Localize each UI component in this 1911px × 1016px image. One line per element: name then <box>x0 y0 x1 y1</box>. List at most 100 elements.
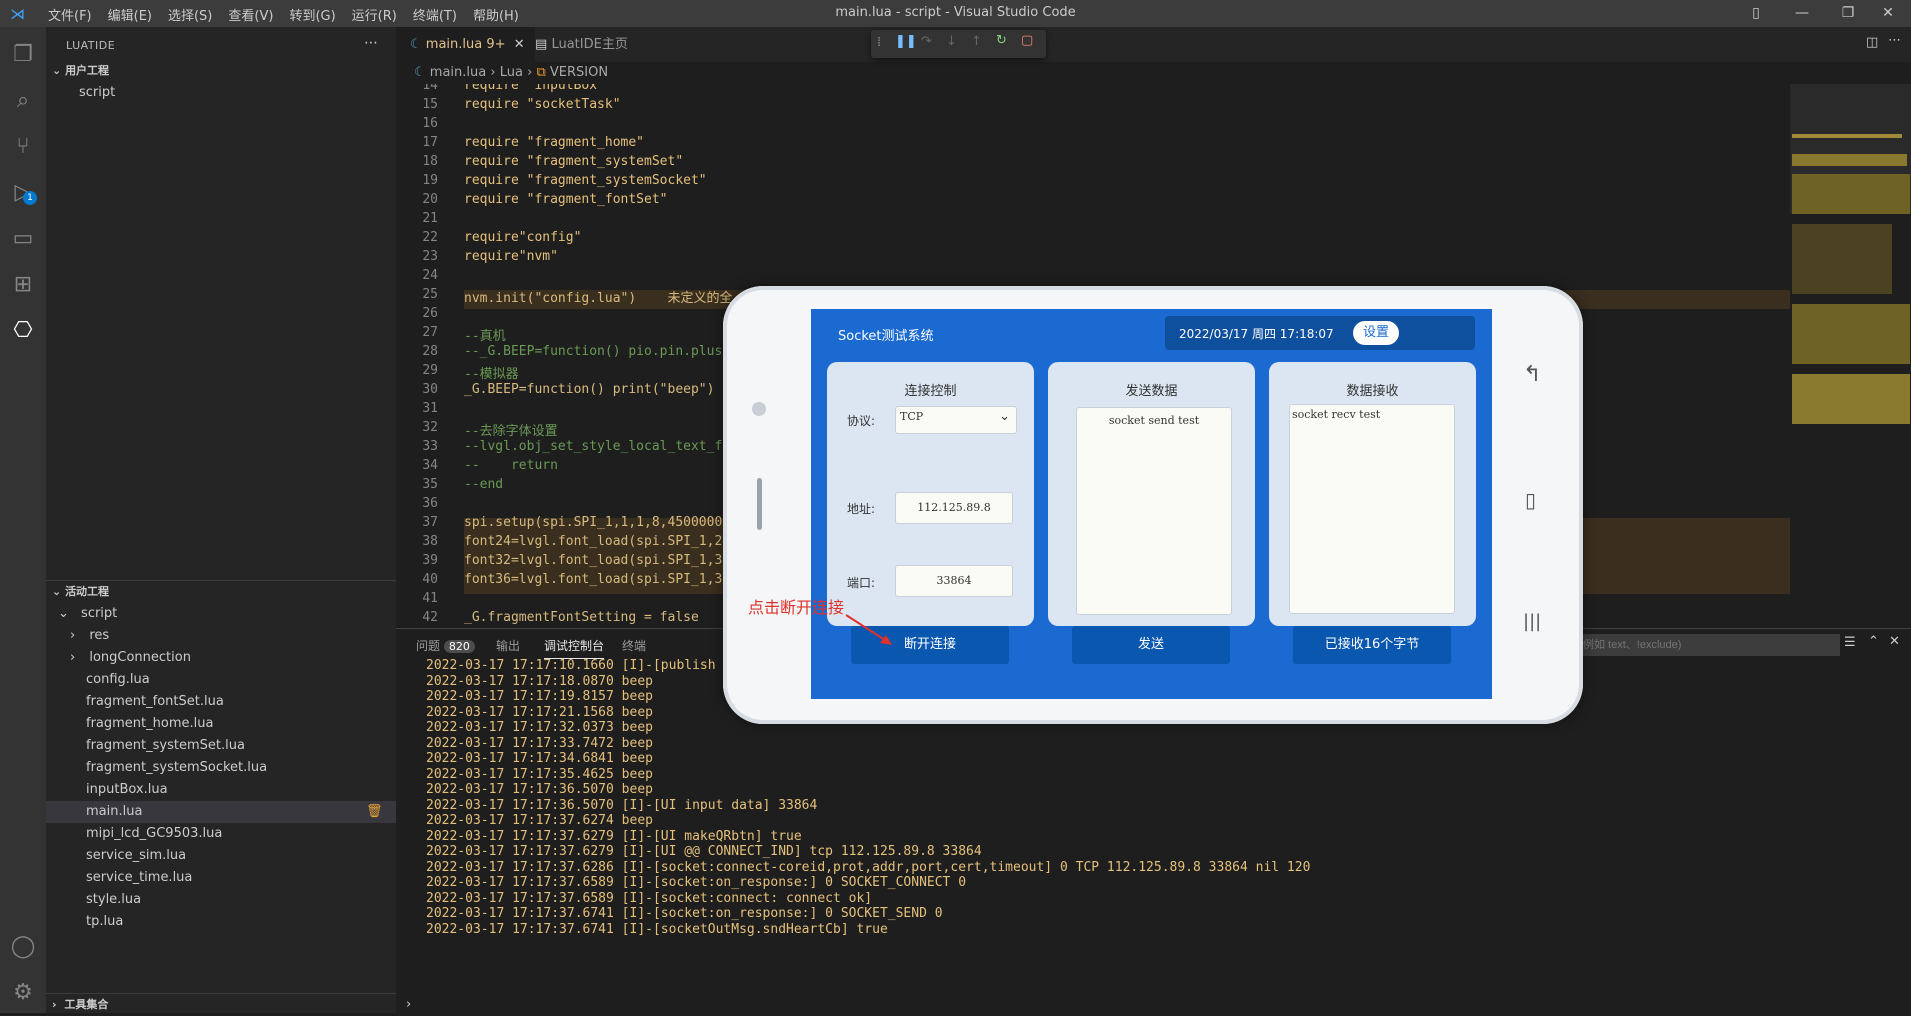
more-actions-icon[interactable]: ⋯ <box>364 35 378 51</box>
tree-file[interactable]: fragment_systemSet.lua <box>46 735 396 757</box>
search-icon[interactable]: ⌕ <box>0 77 46 123</box>
protocol-label: 协议: <box>847 414 876 428</box>
protocol-select[interactable]: TCP ⌄ <box>895 406 1017 434</box>
restart-icon[interactable]: ↻ <box>996 33 1007 48</box>
step-over-icon[interactable]: ↷ <box>921 34 932 49</box>
breadcrumb-file[interactable]: main.lua <box>430 65 486 80</box>
panel-tab-output[interactable]: 输出 <box>496 637 520 654</box>
extensions-icon[interactable]: ⊞ <box>0 261 46 307</box>
menu-go[interactable]: 转到(G) <box>281 5 343 24</box>
stop-icon[interactable]: ▢ <box>1021 33 1033 48</box>
menu-file[interactable]: 文件(F) <box>40 5 100 24</box>
breadcrumb-lang[interactable]: Lua <box>500 65 523 80</box>
menu-edit[interactable]: 编辑(E) <box>100 5 160 24</box>
code-line: _G.BEEP=function() print("beep") e <box>464 382 731 397</box>
minimap-line <box>1792 374 1910 424</box>
luatide-chip-icon[interactable]: ⎔ <box>0 307 46 353</box>
account-icon[interactable]: ◯ <box>0 923 46 969</box>
address-input[interactable]: 112.125.89.8 <box>895 492 1013 524</box>
tree-file[interactable]: tp.lua <box>46 911 396 933</box>
tree-folder-longconnection[interactable]: › longConnection <box>46 647 396 669</box>
console-prompt-icon[interactable]: › <box>406 997 411 1012</box>
tree-file[interactable]: service_time.lua <box>46 867 396 889</box>
tree-file[interactable]: config.lua <box>46 669 396 691</box>
app-title: Socket测试系统 <box>838 329 934 344</box>
menu-run[interactable]: 运行(R) <box>344 5 405 24</box>
tree-folder-script[interactable]: ⌄ script <box>46 603 396 625</box>
panel-tab-terminal[interactable]: 终端 <box>622 637 646 654</box>
vscode-logo-icon: ⋊ <box>10 5 25 23</box>
clear-console-icon[interactable]: ☰ <box>1844 635 1856 650</box>
code-line: require"nvm" <box>464 249 558 264</box>
close-window-button[interactable]: ✕ <box>1865 0 1911 27</box>
more-actions-icon[interactable]: ⋯ <box>1888 33 1901 48</box>
trash-icon[interactable]: 🗑 <box>366 801 383 823</box>
recent-apps-icon[interactable]: ||| <box>1523 611 1541 632</box>
minimap[interactable] <box>1790 84 1911 624</box>
maximize-panel-icon[interactable]: ⌃ <box>1868 634 1879 649</box>
line-number: 33 <box>422 439 438 454</box>
user-project-section[interactable]: ⌄ 用户工程 <box>46 60 396 82</box>
document-icon: ▤ <box>535 37 548 52</box>
remote-explorer-icon[interactable]: ▭ <box>0 215 46 261</box>
menu-selection[interactable]: 选择(S) <box>160 5 220 24</box>
user-project-header: 用户工程 <box>65 64 110 77</box>
menu-terminal[interactable]: 终端(T) <box>405 5 465 24</box>
filter-input[interactable] <box>1576 634 1840 656</box>
line-number: 14 <box>422 84 438 93</box>
step-out-icon[interactable]: ↑ <box>971 34 982 49</box>
tree-file[interactable]: service_sim.lua <box>46 845 396 867</box>
tab-luatide-home[interactable]: ▤ LuatIDE主页 <box>521 27 665 62</box>
active-project-section[interactable]: ⌄ 活动工程 <box>46 581 396 603</box>
menu-help[interactable]: 帮助(H) <box>465 5 527 24</box>
line-number: 27 <box>422 325 438 340</box>
device-screen: Socket测试系统 2022/03/17 周四 17:18:07 设置 连接控… <box>811 309 1492 699</box>
back-icon[interactable]: ↰ <box>1523 362 1541 387</box>
layout-icon[interactable]: ▯ <box>1733 0 1779 27</box>
settings-gear-icon[interactable]: ⚙ <box>0 969 46 1015</box>
tree-file[interactable]: mipi_lcd_GC9503.lua <box>46 823 396 845</box>
menu-view[interactable]: 查看(V) <box>220 5 281 24</box>
minimize-button[interactable]: — <box>1779 0 1825 27</box>
tree-file[interactable]: style.lua <box>46 889 396 911</box>
tree-file[interactable]: fragment_systemSocket.lua <box>46 757 396 779</box>
console-log-line: 2022-03-17 17:17:37.6589 [I]-[socket:on_… <box>426 875 967 890</box>
console-log-line: 2022-03-17 17:17:37.6286 [I]-[socket:con… <box>426 859 1311 875</box>
tree-file[interactable]: inputBox.lua <box>46 779 396 801</box>
annotation-text: 点击断开连接 <box>748 598 845 617</box>
console-log-line: 2022-03-17 17:17:32.0373 beep <box>426 720 653 735</box>
tab-problem-count: 9+ <box>486 37 506 52</box>
breadcrumb-symbol[interactable]: VERSION <box>550 65 608 80</box>
port-input[interactable]: 33864 <box>895 565 1013 597</box>
card-title: 数据接收 <box>1346 384 1399 399</box>
tree-file[interactable]: fragment_fontSet.lua <box>46 691 396 713</box>
received-bytes-button[interactable]: 已接收16个字节 <box>1293 626 1451 664</box>
code-line: font24=lvgl.font_load(spi.SPI_1,24 <box>464 534 731 549</box>
minimap-line <box>1792 154 1907 166</box>
explorer-icon[interactable]: ❐ <box>0 31 46 77</box>
panel-tab-debug-console[interactable]: 调试控制台 <box>544 637 605 659</box>
send-textarea[interactable]: socket send test <box>1076 407 1232 615</box>
settings-button[interactable]: 设置 <box>1353 321 1399 345</box>
drag-handle-icon[interactable]: ⁞ <box>877 35 881 50</box>
source-control-icon[interactable]: ⑂ <box>0 123 46 169</box>
tree-file[interactable]: fragment_home.lua <box>46 713 396 735</box>
console-log-line: 2022-03-17 17:17:35.4625 beep <box>426 766 653 782</box>
home-icon[interactable]: ▯ <box>1525 488 1536 512</box>
run-debug-icon[interactable]: ▷ 1 <box>0 169 46 215</box>
panel-tab-problems[interactable]: 问题 820 <box>416 637 475 654</box>
split-editor-icon[interactable]: ◫ <box>1866 35 1878 50</box>
tree-item-label: script <box>79 85 116 100</box>
tree-file-selected[interactable]: main.lua 🗑 <box>46 801 396 823</box>
line-number: 16 <box>422 116 438 131</box>
user-project-item[interactable]: script <box>46 82 396 104</box>
tab-main-lua[interactable]: ☾ main.lua 9+ ✕ <box>396 27 535 62</box>
step-into-icon[interactable]: ↓ <box>946 34 957 49</box>
send-button[interactable]: 发送 <box>1072 626 1230 664</box>
line-number: 40 <box>422 572 438 587</box>
pause-icon[interactable]: ❚❚ <box>895 34 917 49</box>
close-panel-icon[interactable]: ✕ <box>1889 634 1900 649</box>
tree-folder-res[interactable]: › res <box>46 625 396 647</box>
line-number: 38 <box>422 534 438 549</box>
chevron-right-icon: › <box>527 65 533 80</box>
